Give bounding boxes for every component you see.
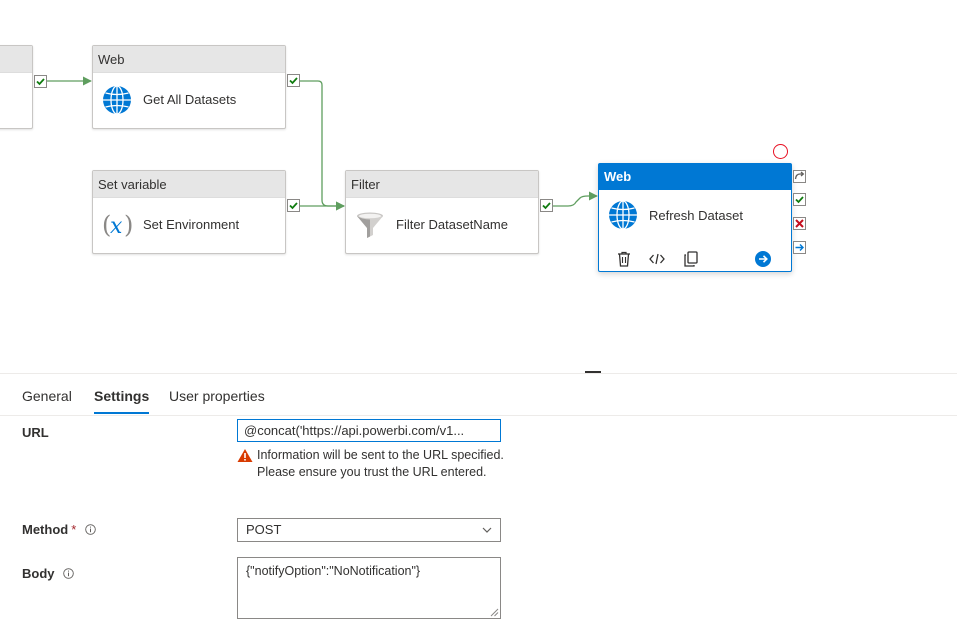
success-check-icon	[289, 202, 298, 210]
pipeline-editor: Web Get All Datasets Set variable (x) …	[0, 0, 957, 627]
edge-get-all-datasets-to-filter	[300, 80, 345, 211]
activity-set-environment[interactable]: Set variable ( x ) Set Environment	[92, 170, 286, 254]
resize-grip-icon[interactable]	[489, 607, 499, 617]
activity-partial-header	[0, 46, 32, 73]
activity-filter-datasetname[interactable]: Filter Filter DatasetName	[345, 170, 539, 254]
refresh-dataset-skip-port[interactable]	[793, 170, 806, 183]
variable-icon: ( x )	[102, 211, 133, 239]
svg-text:): )	[124, 211, 133, 239]
refresh-dataset-completion-port[interactable]	[793, 241, 806, 254]
success-check-icon	[795, 196, 804, 204]
refresh-dataset-success-port[interactable]	[793, 193, 806, 206]
method-label: Method *	[22, 522, 96, 537]
info-icon[interactable]	[85, 524, 96, 535]
activity-type-label: Web	[599, 164, 791, 190]
chevron-down-icon	[482, 527, 492, 533]
activity-name: Get All Datasets	[143, 92, 237, 107]
required-asterisk: *	[71, 522, 77, 537]
skip-icon	[794, 171, 805, 180]
activity-name: Set Environment	[143, 217, 240, 232]
method-selected-value: POST	[246, 522, 282, 537]
url-label: URL	[22, 425, 49, 440]
tab-divider	[0, 415, 957, 416]
copy-icon[interactable]	[682, 250, 700, 268]
activity-action-bar	[599, 246, 791, 270]
activity-refresh-dataset[interactable]: Web Refresh Dataset	[598, 163, 792, 272]
tab-user-properties[interactable]: User properties	[169, 388, 265, 404]
success-check-icon	[289, 77, 298, 85]
globe-icon	[609, 200, 637, 230]
tab-settings[interactable]: Settings	[94, 388, 150, 414]
warning-text: Information will be sent to the URL spec…	[257, 448, 504, 479]
properties-panel: General Settings User properties URL @co…	[0, 373, 957, 627]
warning-icon	[237, 449, 253, 462]
activity-partial-success-port[interactable]	[34, 75, 47, 88]
set-environment-success-port[interactable]	[287, 199, 300, 212]
delete-icon[interactable]	[615, 250, 633, 268]
code-icon[interactable]	[648, 250, 666, 268]
filter-funnel-icon	[357, 212, 383, 238]
tab-general[interactable]: General	[22, 388, 72, 404]
svg-text:x: x	[110, 214, 123, 239]
body-label: Body	[22, 566, 74, 581]
edge-filter-to-refresh-dataset	[553, 191, 598, 207]
activity-name: Filter DatasetName	[396, 217, 508, 232]
go-arrow-icon[interactable]	[754, 250, 772, 268]
activity-get-all-datasets[interactable]: Web Get All Datasets	[92, 45, 286, 129]
body-value: {"notifyOption":"NoNotification"}	[246, 564, 421, 578]
activity-name: Refresh Dataset	[649, 208, 743, 223]
success-check-icon	[36, 78, 45, 86]
activity-partial[interactable]	[0, 45, 33, 129]
completion-arrow-icon	[795, 244, 804, 251]
activity-type-label: Web	[93, 46, 285, 73]
filter-datasetname-success-port[interactable]	[540, 199, 553, 212]
method-select[interactable]: POST	[237, 518, 501, 542]
pipeline-canvas[interactable]: Web Get All Datasets Set variable (x) …	[0, 0, 957, 372]
annotation-circle-marker	[773, 144, 788, 159]
body-textarea[interactable]: {"notifyOption":"NoNotification"}	[237, 557, 501, 619]
get-all-datasets-success-port[interactable]	[287, 74, 300, 87]
refresh-dataset-failure-port[interactable]	[793, 217, 806, 230]
activity-type-label: Filter	[346, 171, 538, 198]
url-input[interactable]: @concat('https://api.powerbi.com/v1...	[237, 419, 501, 442]
globe-icon	[103, 85, 131, 115]
activity-type-label: Set variable	[93, 171, 285, 198]
failure-x-icon	[795, 219, 804, 228]
success-check-icon	[542, 202, 551, 210]
info-icon[interactable]	[63, 568, 74, 579]
